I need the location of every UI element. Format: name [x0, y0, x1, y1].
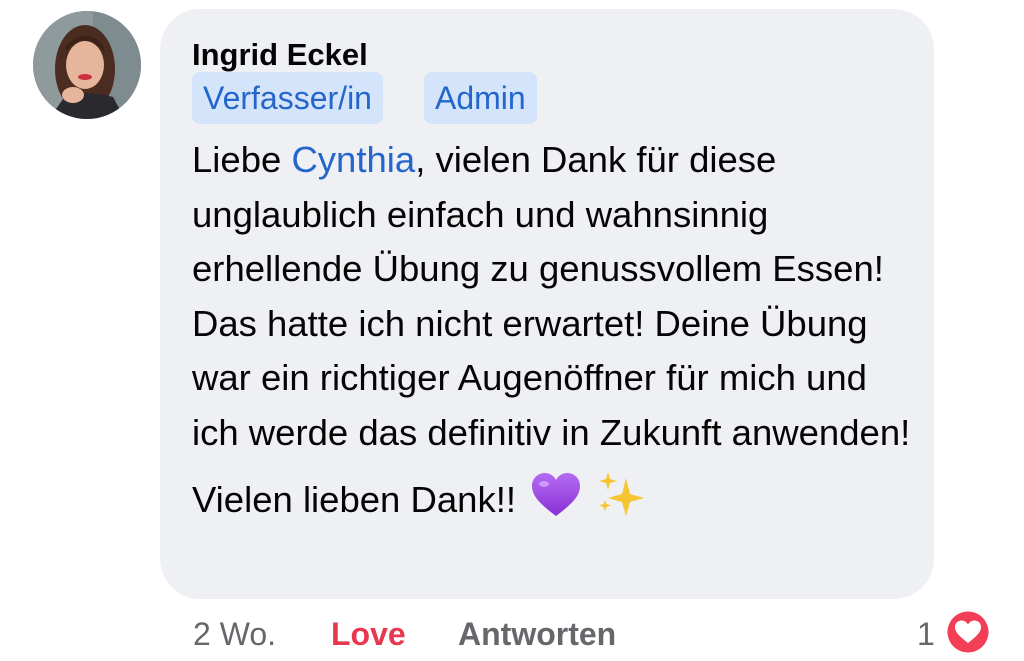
closing-text: Vielen lieben Dank!! [192, 479, 516, 520]
comment-timestamp[interactable]: 2 Wo. [193, 610, 276, 658]
avatar[interactable] [33, 11, 141, 119]
text-before-mention: Liebe [192, 139, 292, 180]
mention-link[interactable]: Cynthia [291, 139, 415, 180]
admin-badge: Admin [424, 72, 537, 124]
profile-photo [33, 11, 141, 119]
comment-bubble: Ingrid Eckel Verfasser/in Admin Liebe Cy… [160, 9, 934, 599]
sparkles-icon [596, 470, 646, 534]
comment-author[interactable]: Ingrid Eckel [192, 37, 368, 73]
reaction-count[interactable]: 1 [917, 610, 935, 658]
comment-text: Liebe Cynthia, vielen Dank für diese ung… [192, 133, 922, 534]
reply-button[interactable]: Antworten [458, 610, 616, 658]
love-reaction-button[interactable]: Love [331, 610, 406, 658]
text-after-mention: , vielen Dank für diese unglaublich einf… [192, 139, 911, 453]
purple-heart-icon [530, 472, 582, 534]
comment-closing: Vielen lieben Dank!! [192, 470, 922, 534]
author-badge: Verfasser/in [192, 72, 383, 124]
love-reaction-icon[interactable] [944, 608, 992, 656]
comment-paragraph: Liebe Cynthia, vielen Dank für diese ung… [192, 133, 922, 460]
